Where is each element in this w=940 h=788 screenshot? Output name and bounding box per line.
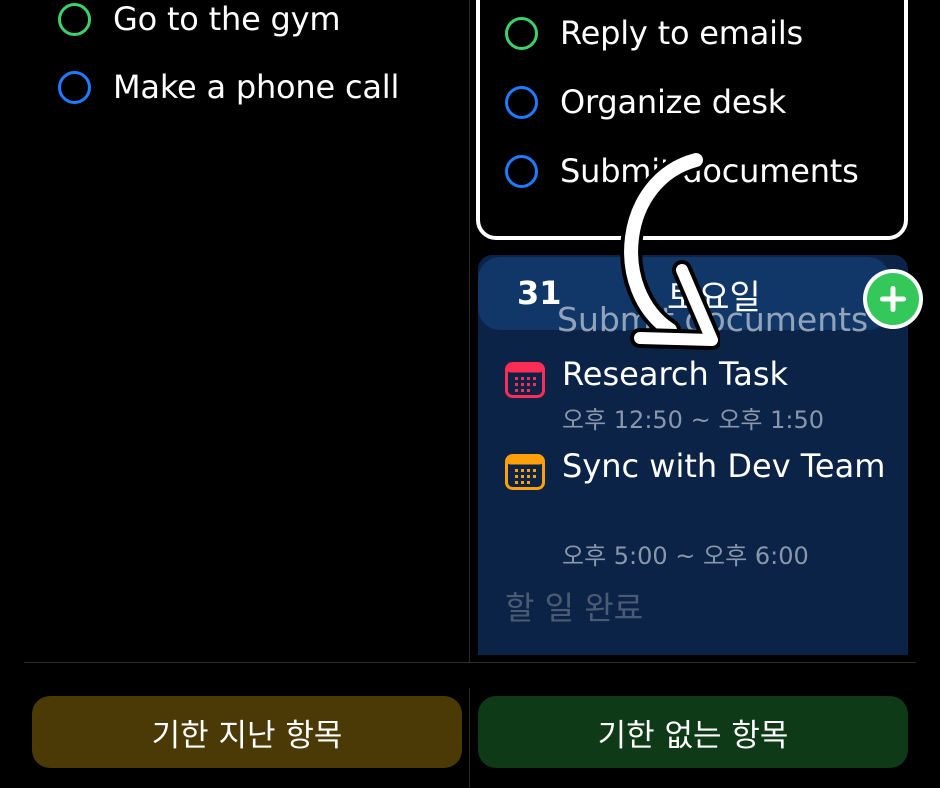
calendar-icon [505, 454, 545, 490]
column-divider [469, 688, 470, 788]
task-checkbox-icon[interactable] [505, 85, 538, 119]
task-checkbox-icon[interactable] [58, 2, 91, 36]
completed-tasks-label[interactable]: 할 일 완료 [505, 583, 643, 629]
day-number: 31 [517, 274, 562, 312]
task-label: Reply to emails [560, 14, 804, 52]
task-checkbox-icon[interactable] [505, 154, 538, 188]
no-due-items-button[interactable]: 기한 없는 항목 [478, 696, 908, 768]
task-item-gym[interactable]: Go to the gym [58, 0, 341, 38]
task-checkbox-icon[interactable] [505, 16, 538, 50]
add-event-button[interactable] [863, 269, 923, 329]
curved-arrow-icon [620, 149, 720, 350]
task-item-organize-desk[interactable]: Organize desk [505, 83, 786, 121]
event-title: Sync with Dev Team [562, 447, 886, 485]
task-label: Make a phone call [113, 68, 400, 106]
task-label: Go to the gym [113, 0, 341, 38]
event-time: 오후 12:50 ~ 오후 1:50 [562, 406, 825, 434]
event-time: 오후 5:00 ~ 오후 6:00 [562, 542, 809, 570]
button-label: 기한 지난 항목 [151, 717, 343, 754]
button-label: 기한 없는 항목 [597, 717, 789, 754]
calendar-icon [505, 362, 545, 398]
column-divider [469, 0, 470, 662]
plus-circle-icon [867, 273, 919, 325]
task-item-phone-call[interactable]: Make a phone call [58, 68, 399, 106]
task-label: Organize desk [560, 83, 787, 121]
task-checkbox-icon[interactable] [58, 70, 91, 104]
overdue-items-button[interactable]: 기한 지난 항목 [32, 696, 462, 768]
task-item-reply-emails[interactable]: Reply to emails [505, 14, 803, 52]
event-title: Research Task [562, 355, 789, 393]
section-divider [24, 662, 916, 663]
